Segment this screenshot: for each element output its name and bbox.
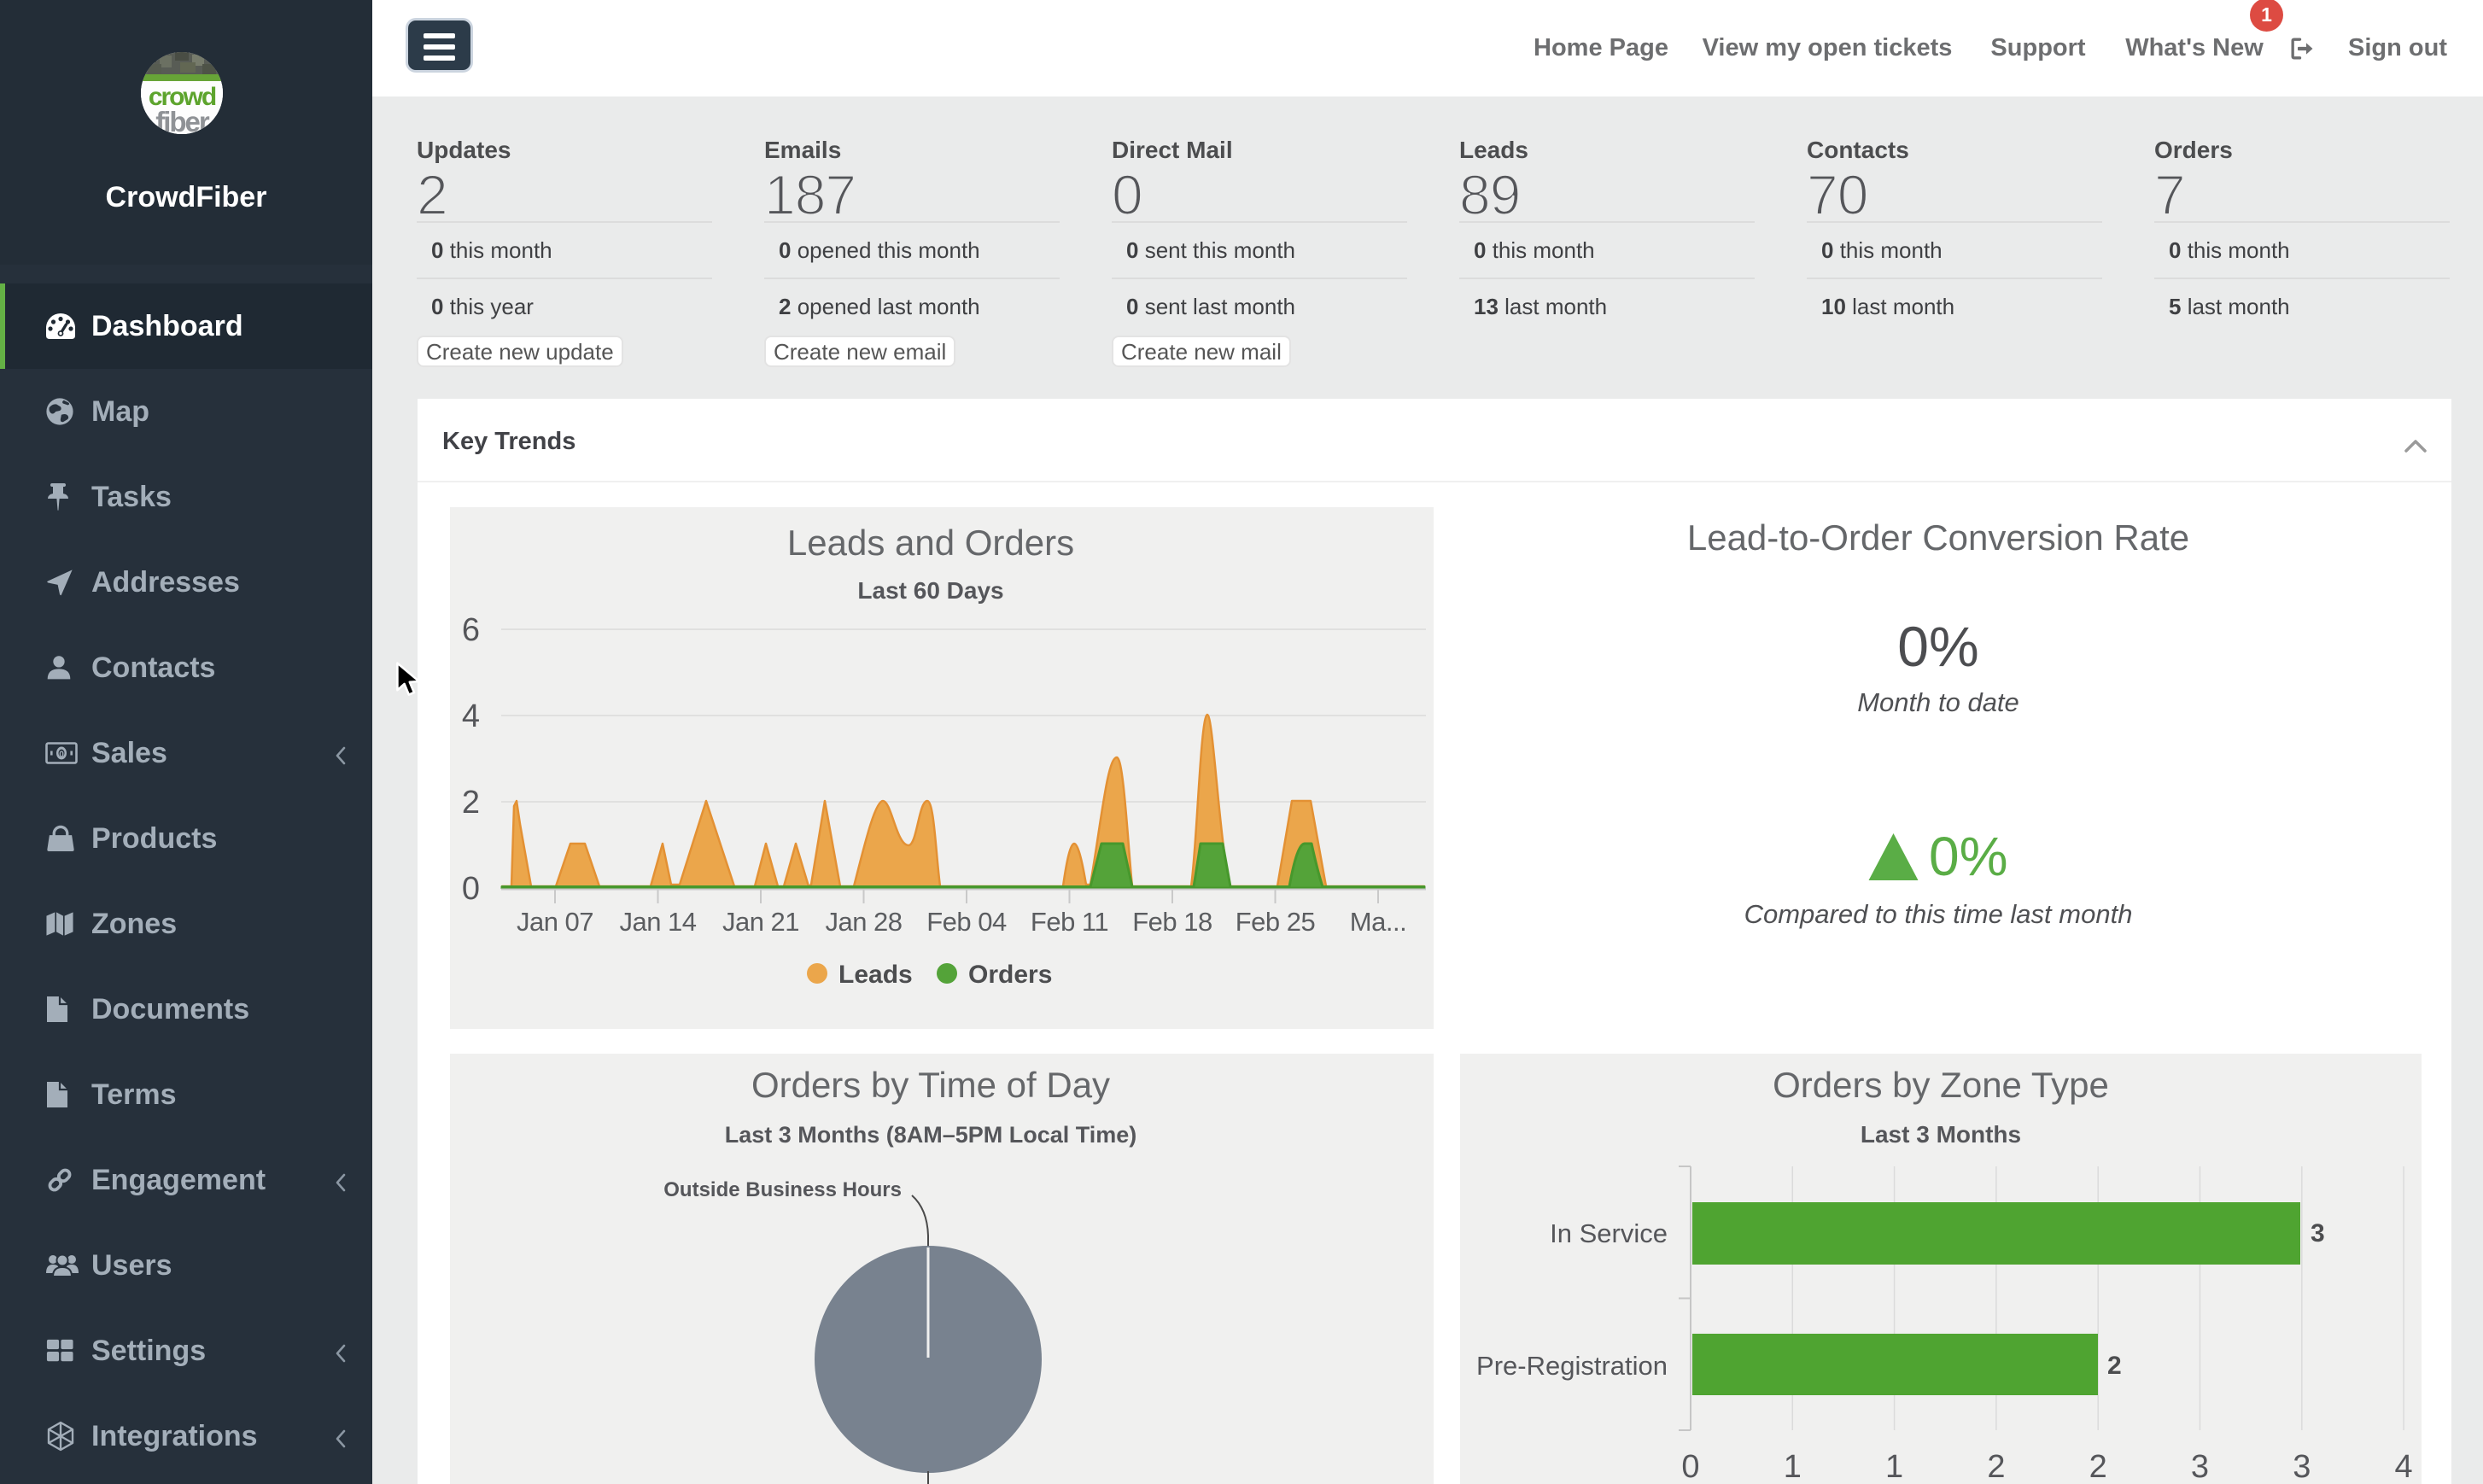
- svg-text:Orders by Time of Day: Orders by Time of Day: [751, 1065, 1110, 1105]
- svg-text:Jan 28: Jan 28: [825, 907, 902, 937]
- svg-text:Leads and Orders: Leads and Orders: [787, 523, 1074, 563]
- svg-text:Last 60 Days: Last 60 Days: [857, 577, 1003, 604]
- svg-text:4: 4: [2395, 1449, 2413, 1484]
- svg-text:Feb 04: Feb 04: [926, 907, 1007, 937]
- svg-text:1: 1: [1784, 1449, 1802, 1484]
- svg-text:2: 2: [1987, 1449, 2005, 1484]
- svg-text:2: 2: [2089, 1449, 2107, 1484]
- svg-text:Last 3 Months: Last 3 Months: [1861, 1121, 2021, 1148]
- svg-text:Jan 21: Jan 21: [722, 907, 799, 937]
- svg-text:Pre-Registration: Pre-Registration: [1476, 1351, 1668, 1381]
- svg-text:3: 3: [2191, 1449, 2209, 1484]
- svg-text:3: 3: [2293, 1449, 2311, 1484]
- svg-text:0: 0: [1681, 1449, 1699, 1484]
- svg-text:Feb 18: Feb 18: [1132, 907, 1212, 937]
- svg-text:1: 1: [1885, 1449, 1903, 1484]
- svg-text:2: 2: [462, 785, 480, 821]
- svg-text:Jan 14: Jan 14: [619, 907, 696, 937]
- svg-text:0: 0: [462, 871, 480, 907]
- svg-text:Jan 07: Jan 07: [517, 907, 593, 937]
- svg-text:Feb 25: Feb 25: [1236, 907, 1316, 937]
- svg-text:2: 2: [2107, 1352, 2122, 1380]
- svg-text:3: 3: [2311, 1219, 2325, 1247]
- svg-text:Outside Business Hours: Outside Business Hours: [663, 1178, 902, 1201]
- svg-text:Leads: Leads: [838, 961, 913, 989]
- svg-text:4: 4: [462, 698, 480, 734]
- svg-text:In Service: In Service: [1550, 1218, 1668, 1248]
- svg-text:Last 3 Months (8AM–5PM Local T: Last 3 Months (8AM–5PM Local Time): [725, 1122, 1137, 1148]
- svg-text:6: 6: [462, 612, 480, 648]
- svg-text:Ma...: Ma...: [1350, 907, 1406, 937]
- svg-text:0: 0: [59, 751, 64, 760]
- svg-text:Orders by Zone Type: Orders by Zone Type: [1773, 1065, 2109, 1105]
- svg-text:Orders: Orders: [968, 961, 1052, 989]
- svg-text:Feb 11: Feb 11: [1031, 907, 1108, 937]
